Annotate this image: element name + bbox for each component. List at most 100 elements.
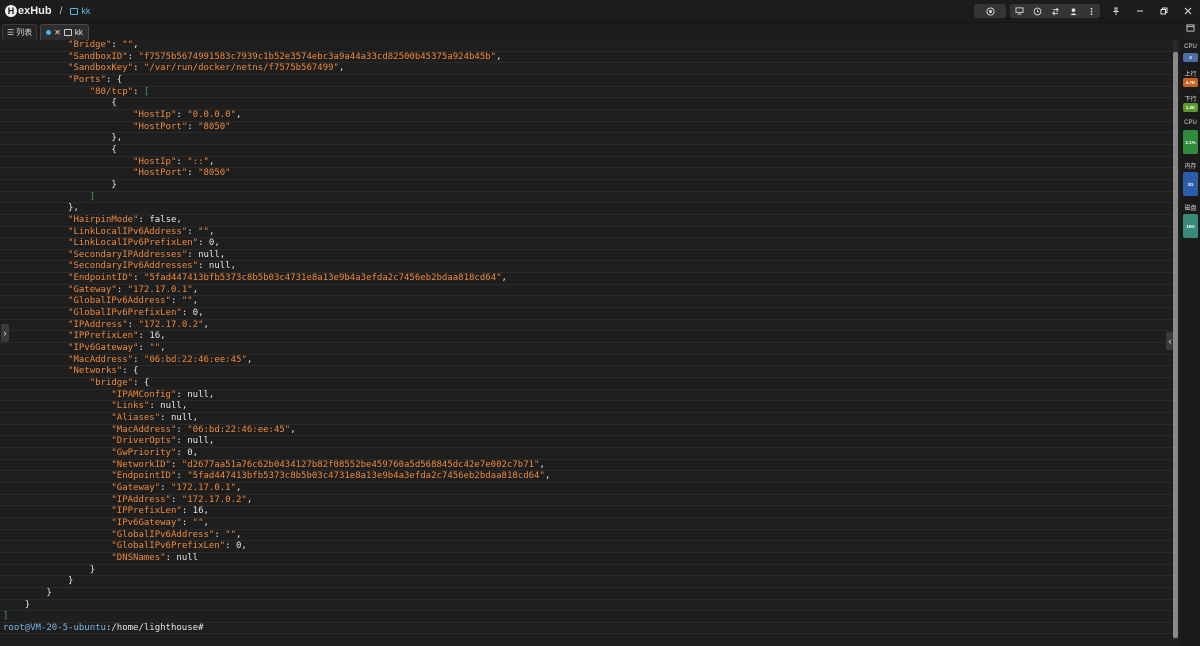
restore-button[interactable]: [1152, 0, 1176, 22]
terminal-token: "SandboxID": [68, 51, 128, 62]
terminal-token: },: [111, 133, 123, 144]
tab-kk[interactable]: ✕ kk: [40, 24, 89, 40]
terminal-token: :: [133, 86, 144, 97]
scrollbar-thumb[interactable]: [1173, 52, 1178, 638]
terminal-token: ,: [192, 284, 199, 295]
terminal-token: : {: [105, 74, 123, 85]
terminal-token: }: [68, 576, 74, 587]
terminal-line: "IPv6Gateway": "",: [0, 343, 1176, 355]
terminal-line: "SecondaryIPv6Addresses": null,: [0, 261, 1176, 274]
terminal-line: "IPPrefixLen": 16,: [0, 506, 1176, 518]
history-button[interactable]: [1028, 4, 1046, 18]
terminal-token: :: [176, 109, 188, 120]
user-button[interactable]: [1064, 4, 1082, 18]
terminal-token: "Ports": [68, 74, 106, 85]
stat-label: 下行: [1184, 97, 1197, 103]
terminal-icon: [63, 29, 72, 36]
terminal-token: "80/tcp": [89, 86, 134, 97]
new-window-button[interactable]: [1186, 24, 1195, 34]
terminal-line: {: [0, 145, 1176, 157]
terminal-token: : null: [165, 552, 199, 563]
terminal-token: :: [214, 529, 226, 540]
expand-left-button[interactable]: ›: [1, 324, 9, 342]
terminal-token: :: [176, 424, 188, 435]
terminal-token: :: [111, 40, 123, 50]
terminal-line: "SecondaryIPAddresses": null,: [0, 250, 1176, 262]
terminal-token: ,: [133, 40, 139, 50]
terminal-scrollbar[interactable]: [1173, 40, 1178, 640]
terminal-token: :: [187, 121, 199, 132]
breadcrumb-session-label: kk: [81, 6, 91, 16]
terminal-token: "HairpinMode": [68, 214, 139, 225]
terminal-line: "HairpinMode": false,: [0, 215, 1176, 227]
terminal-line: }: [0, 600, 1176, 612]
tab-close-button[interactable]: ✕: [54, 28, 61, 37]
terminal-line: "bridge": {: [0, 378, 1176, 390]
tab-label: kk: [74, 28, 83, 37]
terminal-lines: "Bridge": "", "SandboxID": "f7575b567499…: [0, 40, 1176, 623]
terminal-token: "": [225, 529, 237, 540]
stat-label: 上行: [1184, 72, 1197, 78]
terminal-token: "IPAMConfig": [111, 389, 177, 400]
terminal-line: "SandboxID": "f7575b5674991583c7939c1b52…: [0, 52, 1176, 64]
terminal-token: "": [192, 517, 204, 528]
terminal-line: }: [0, 588, 1176, 600]
restore-icon: [1160, 7, 1168, 15]
terminal-token: "IPv6Gateway": [111, 517, 182, 528]
terminal-token: "MacAddress": [68, 354, 134, 365]
terminal-token: "GlobalIPv6Address": [111, 529, 215, 540]
terminal-token: "SecondaryIPv6Addresses": [68, 261, 199, 272]
terminal-token: ,: [246, 354, 253, 365]
run-button[interactable]: [974, 4, 1006, 18]
terminal-token: ,: [208, 226, 215, 237]
stat-value-badge: 2.1%: [1183, 130, 1198, 154]
terminal-line: },: [0, 203, 1176, 215]
close-icon: [1184, 7, 1192, 15]
app-logo[interactable]: H exHub: [5, 5, 52, 17]
terminal-token: }: [111, 179, 117, 190]
terminal-line: "NetworkID": "d2677aa51a76c62b0434127b82…: [0, 460, 1176, 472]
monitor-button[interactable]: [1010, 4, 1028, 18]
transfer-button[interactable]: [1046, 4, 1064, 18]
terminal-token: "Networks": [68, 366, 123, 377]
terminal-token: "SecondaryIPAddresses": [68, 249, 188, 260]
terminal-token: "/var/run/docker/netns/f7575b567499": [143, 63, 339, 74]
terminal-line: ]: [0, 611, 1176, 623]
more-button[interactable]: [1082, 4, 1100, 18]
terminal-token: "HostPort": [133, 168, 188, 179]
terminal-token: "172.17.0.1": [171, 482, 237, 493]
prompt-user-host: root@VM-20-5-ubuntu: [3, 622, 106, 633]
terminal-token: :: [170, 296, 182, 307]
stat-label: 内存: [1184, 164, 1197, 170]
terminal-token: : false,: [138, 214, 182, 225]
terminal-token: "f7575b5674991583c7939c1b52e3574ebc3a9a4…: [138, 51, 497, 62]
terminal-token: : 0,: [181, 308, 204, 319]
stat-value-badge: 1.3K: [1183, 103, 1198, 112]
terminal-line: "HostPort": "8050": [0, 122, 1176, 134]
pin-button[interactable]: [1104, 0, 1128, 22]
terminal-token: {: [111, 98, 117, 109]
terminal-line: "HostIp": "::",: [0, 157, 1176, 169]
terminal-line: "Networks": {: [0, 366, 1176, 379]
terminal-token: "DNSNames": [111, 552, 166, 563]
terminal-output[interactable]: "Bridge": "", "SandboxID": "f7575b567499…: [0, 40, 1176, 640]
terminal-line: "SandboxKey": "/var/run/docker/netns/f75…: [0, 63, 1176, 75]
terminal-line: "IPAddress": "172.17.0.2",: [0, 495, 1176, 507]
stat-value-badge: 4: [1183, 53, 1198, 62]
terminal-token: "NetworkID": [111, 459, 171, 470]
terminal-line: "GwPriority": 0,: [0, 448, 1176, 460]
minimize-button[interactable]: [1128, 0, 1152, 22]
terminal-token: : null,: [198, 261, 237, 272]
terminal-token: ]: [3, 611, 9, 622]
terminal-token: }: [89, 564, 96, 575]
tab-list-button[interactable]: ☰ 列表: [2, 24, 38, 40]
shell-prompt[interactable]: root@VM-20-5-ubuntu:/home/lighthouse#: [0, 623, 1176, 635]
close-window-button[interactable]: [1176, 0, 1200, 22]
breadcrumb-session[interactable]: kk: [70, 6, 90, 16]
terminal-token: :: [133, 63, 144, 74]
terminal-token: "8050": [198, 121, 231, 132]
tab-bar: ☰ 列表 ✕ kk: [0, 23, 1195, 40]
terminal-token: ,: [539, 459, 545, 470]
terminal-token: "DriverOpts": [111, 436, 177, 447]
terminal-icon: [70, 7, 79, 15]
